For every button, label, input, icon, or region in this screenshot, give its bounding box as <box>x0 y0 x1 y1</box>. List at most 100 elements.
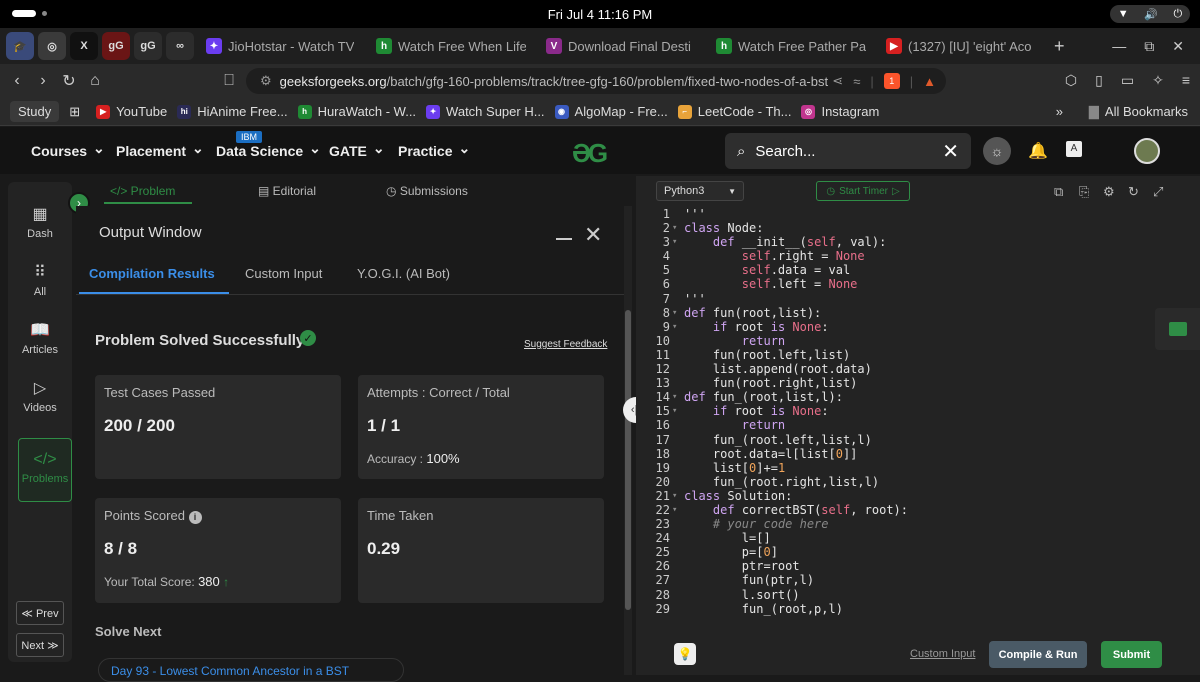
submit-button[interactable]: Submit <box>1101 641 1162 668</box>
rail-item-articles[interactable]: 📖 Articles <box>8 320 72 356</box>
extensions-icon[interactable]: ⬡ <box>1065 72 1077 89</box>
code-line[interactable]: 20 fun_(root.right,list,l) <box>648 475 1200 489</box>
system-tray[interactable]: ▼ 🔊 ⏻ <box>1110 5 1190 23</box>
code-area[interactable]: 1 ''' 2 ▾ class Node: 3 ▾ def __init__(self, v… <box>648 207 1200 616</box>
bookmark-item[interactable]: hi HiAnime Free... <box>177 104 288 119</box>
rail-item-problems[interactable]: </> Problems <box>18 438 72 502</box>
notification-bell-icon[interactable]: 🔔 <box>1028 141 1048 161</box>
fold-icon[interactable]: ▾ <box>672 235 684 249</box>
tab-editorial[interactable]: ▤ Editorial <box>258 184 316 198</box>
bookmark-item[interactable]: h HuraWatch - W... <box>297 104 416 119</box>
code-line[interactable]: 25 p=[0] <box>648 545 1200 559</box>
close-window-button[interactable]: ✕ <box>1172 38 1184 55</box>
sidebar-icon[interactable]: ▯ <box>1095 72 1103 89</box>
clock[interactable]: Fri Jul 4 11:16 PM <box>548 7 653 22</box>
nav-menu-gate[interactable]: GATE ⌄ <box>329 140 385 160</box>
rail-item-all[interactable]: ⠿ All <box>8 262 72 298</box>
code-line[interactable]: 8 ▾ def fun(root,list): <box>648 306 1200 320</box>
fold-icon[interactable] <box>672 517 684 531</box>
close-output-icon[interactable]: ✕ <box>584 222 602 248</box>
fold-icon[interactable] <box>672 362 684 376</box>
forward-icon[interactable]: › <box>30 72 56 90</box>
fold-icon[interactable]: ▾ <box>672 390 684 404</box>
brave-shields-icon[interactable]: 1 <box>883 73 900 89</box>
fold-icon[interactable] <box>672 348 684 362</box>
search-input[interactable]: Search... <box>755 143 815 160</box>
fold-icon[interactable] <box>672 292 684 306</box>
apps-grid-icon[interactable]: ⊞ <box>69 104 80 120</box>
fold-icon[interactable] <box>672 588 684 602</box>
fold-icon[interactable] <box>672 433 684 447</box>
upload-icon[interactable]: ⎘ <box>1079 184 1089 200</box>
minimize-icon[interactable] <box>556 238 572 240</box>
nav-menu-data-science[interactable]: Data Science ⌄ <box>216 140 321 160</box>
code-line[interactable]: 24 l=[] <box>648 531 1200 545</box>
new-tab-button[interactable]: + <box>1054 36 1065 57</box>
code-line[interactable]: 11 fun(root.left,list) <box>648 348 1200 362</box>
chat-icon[interactable] <box>1155 308 1200 350</box>
home-icon[interactable]: ⌂ <box>82 72 108 90</box>
code-line[interactable]: 3 ▾ def __init__(self, val): <box>648 235 1200 249</box>
fold-icon[interactable]: ▾ <box>672 503 684 517</box>
browser-tab[interactable]: ▶ (1327) [IU] 'eight' Aco <box>878 31 1044 61</box>
code-line[interactable]: 17 fun_(root.left,list,l) <box>648 433 1200 447</box>
fold-icon[interactable] <box>672 559 684 573</box>
menu-icon[interactable]: ≡ <box>1182 72 1190 89</box>
fold-icon[interactable]: ▾ <box>672 489 684 503</box>
pinned-tab-gfg-icon[interactable]: gG <box>134 32 162 60</box>
next-button[interactable]: Next ≫ <box>16 633 64 657</box>
rss-icon[interactable]: ≈ <box>853 74 860 89</box>
url-bar[interactable]: ⚙ geeksforgeeks.org /batch/gfg-160-probl… <box>246 68 946 94</box>
language-select[interactable]: Python3 ▼ <box>656 181 744 201</box>
fold-icon[interactable]: ▾ <box>672 404 684 418</box>
info-icon[interactable]: i <box>188 511 202 524</box>
brave-rewards-icon[interactable]: ▲ <box>923 74 936 89</box>
workspace-dot[interactable] <box>42 11 47 16</box>
code-line[interactable]: 9 ▾ if root is None: <box>648 320 1200 334</box>
leo-ai-icon[interactable]: ✧ <box>1152 72 1164 89</box>
code-line[interactable]: 15 ▾ if root is None: <box>648 404 1200 418</box>
code-line[interactable]: 2 ▾ class Node: <box>648 221 1200 235</box>
code-line[interactable]: 29 fun_(root,p,l) <box>648 602 1200 616</box>
pinned-tab-algo-icon[interactable]: ∞ <box>166 32 194 60</box>
rail-item-dash[interactable]: ▦ Dash <box>8 204 72 240</box>
rail-item-videos[interactable]: ▷ Videos <box>8 378 72 414</box>
all-bookmarks-folder[interactable]: ▇ All Bookmarks <box>1089 104 1188 120</box>
bookmark-item[interactable]: ◎ Instagram <box>801 104 879 119</box>
fold-icon[interactable] <box>672 602 684 616</box>
tab-custom-input[interactable]: Custom Input <box>245 266 322 281</box>
fold-icon[interactable] <box>672 277 684 291</box>
workspace-indicator[interactable] <box>12 10 36 17</box>
copy-icon[interactable]: ⧉ <box>1054 184 1063 200</box>
avatar[interactable] <box>1134 138 1160 164</box>
code-line[interactable]: 5 self.data = val <box>648 263 1200 277</box>
translate-icon[interactable]: A <box>1066 141 1082 157</box>
code-line[interactable]: 12 list.append(root.data) <box>648 362 1200 376</box>
code-line[interactable]: 13 fun(root.right,list) <box>648 376 1200 390</box>
code-line[interactable]: 27 fun(ptr,l) <box>648 573 1200 587</box>
restore-window-button[interactable]: ⧉ <box>1144 38 1154 55</box>
prev-button[interactable]: ≪ Prev <box>16 601 64 625</box>
browser-tab[interactable]: h Watch Free Pather Pa <box>708 31 874 61</box>
suggest-feedback-link[interactable]: Suggest Feedback <box>524 339 607 350</box>
tab-compilation-results[interactable]: Compilation Results <box>89 266 215 281</box>
code-line[interactable]: 14 ▾ def fun_(root,list,l): <box>648 390 1200 404</box>
bookmark-item[interactable]: ▶ YouTube <box>96 104 167 119</box>
theme-toggle-icon[interactable]: ☼ <box>983 137 1011 165</box>
code-line[interactable]: 1 ''' <box>648 207 1200 221</box>
code-line[interactable]: 4 self.right = None <box>648 249 1200 263</box>
bookmark-icon[interactable]: ⎕ <box>216 72 242 90</box>
fold-icon[interactable] <box>672 475 684 489</box>
browser-tab[interactable]: ✦ JioHotstar - Watch TV <box>198 31 364 61</box>
pinned-tab-gfg-icon[interactable]: gG <box>102 32 130 60</box>
start-timer-button[interactable]: ◷ Start Timer ▷ <box>816 181 910 201</box>
compile-run-button[interactable]: Compile & Run <box>989 641 1087 668</box>
fold-icon[interactable]: ▾ <box>672 320 684 334</box>
fold-icon[interactable] <box>672 418 684 432</box>
bookmark-item[interactable]: ✦ Watch Super H... <box>426 104 545 119</box>
tab-problem[interactable]: </> Problem <box>110 184 175 198</box>
pinned-tab-graduation-cap-icon[interactable]: 🎓 <box>6 32 34 60</box>
fold-icon[interactable]: ▾ <box>672 306 684 320</box>
tab-yogi-ai-bot[interactable]: Y.O.G.I. (AI Bot) <box>357 266 450 281</box>
tab-submissions[interactable]: ◷ Submissions <box>386 184 468 198</box>
